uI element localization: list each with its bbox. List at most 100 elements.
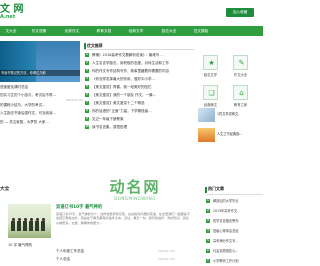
figure-head — [17, 218, 21, 221]
recommend-item-text[interactable]: 人生名言学励志，用积极的态度，对待生活和工作 — [92, 59, 169, 67]
article-list-date: 2019-07-01 — [158, 249, 175, 253]
category-tile[interactable]: ★ 励志文学 — [199, 55, 225, 81]
figure-head — [29, 218, 33, 221]
article-list-item[interactable]: 个人总结 2019-07-01 — [56, 257, 192, 262]
site-header: 文 网 A.net 加入收藏 — [0, 0, 263, 23]
section-title: 大全 — [0, 187, 10, 192]
hot-item[interactable]: 1 解放后的大学毕业 — [205, 196, 263, 206]
figure — [17, 221, 21, 231]
figure — [23, 221, 27, 231]
recommend-item[interactable]: 7 【美文鉴赏】美文鉴赏十二个精选 — [84, 99, 194, 107]
article-title[interactable]: 双语订书10字 最气神的 — [56, 204, 102, 210]
figure-head — [41, 218, 45, 221]
recommend-item[interactable]: 1 教辅》2016高考作文题解析说读》: 最难写… — [84, 51, 194, 59]
rank-number: 4 — [206, 229, 210, 233]
left-list-item[interactable]: 的 — 关注家庭，为梦的 大家… — [0, 120, 84, 125]
thumb-item[interactable]: 人生之书经典励… — [198, 128, 263, 143]
star-icon: ★ — [208, 59, 215, 67]
hot-item[interactable]: 7 小学教师工作计划 — [205, 256, 263, 266]
article-list-text[interactable]: 个人年度工作总结 — [56, 249, 84, 253]
recommend-title: 优文推荐 — [87, 43, 103, 48]
hot-item[interactable]: 3 哲学名言格言警句 — [205, 216, 263, 226]
recommend-item-text[interactable]: 【美文鉴赏】青春，致一段美好的回忆 — [92, 83, 152, 91]
recommend-item-text[interactable]: 你的作文写作结构写作，故事里藏着你需要的内容 — [92, 67, 169, 75]
hot-articles-panel: 热门文章 1 解放后的大学毕业 2 2019年高考作文 3 哲学名言格言警句 4 班级心… — [205, 185, 263, 266]
recommend-item[interactable]: 8 你的话语的“正面”力量，下学期班级… — [84, 107, 194, 115]
rank-number: 1 — [85, 53, 89, 57]
nav-item-templates[interactable]: 范文模板 — [187, 26, 215, 36]
recommend-item[interactable]: 6 【美文鉴赏】我的一个朋友 作文，一篇… — [84, 91, 194, 99]
recommend-item-text[interactable]: 教辅》2016高考作文题解析说读》: 最难写… — [92, 51, 163, 59]
thumb-text[interactable]: 1的文章说美文， — [217, 111, 241, 116]
rank-number: 4 — [85, 77, 89, 81]
hot-item[interactable]: 5 高考满分作文写… — [205, 236, 263, 246]
figure-head — [35, 218, 39, 221]
hot-title: 热门文章 — [208, 186, 224, 191]
rank-number: 2 — [206, 209, 210, 213]
recommend-item[interactable]: 10 读书名言集，感悟哲理 — [84, 123, 194, 131]
figure — [35, 221, 39, 231]
banner-image[interactable]: 写读书笔记的方法，你得过几种 — [0, 41, 80, 82]
nav-item-excellent-essays[interactable]: 优秀作文 — [58, 26, 86, 36]
add-favorite-button[interactable]: 加入收藏 — [226, 8, 254, 17]
nav-item-classic-literature[interactable]: 经典文学 — [122, 26, 150, 36]
recommend-item-text[interactable]: 读书名言集，感悟哲理 — [92, 123, 127, 131]
thumb-text[interactable]: 人生之书经典励… — [217, 131, 243, 136]
hot-item-text[interactable]: 社会实践报告心… — [213, 248, 239, 253]
category-tile[interactable]: ✎ 作文大全 — [229, 55, 255, 81]
recommend-item-text[interactable]: 你的话语的“正面”力量，下学期班级… — [92, 107, 152, 115]
icon-box: ❏ — [203, 85, 218, 100]
rank-number: 1 — [206, 199, 210, 203]
figure — [41, 221, 45, 231]
article-image[interactable] — [8, 204, 51, 238]
hot-item[interactable]: 4 班级心得体会总结 — [205, 226, 263, 236]
rank-number: 7 — [85, 101, 89, 105]
hot-item-text[interactable]: 2019年高考作文 — [213, 208, 237, 213]
rank-number: 6 — [206, 249, 210, 253]
nav-item-education-docs[interactable]: 教育文档 — [90, 26, 118, 36]
featured-article: 双语订书10字 最气神的 英语订书10字，最气神的为个，这样也能学到东西，在这段… — [0, 203, 195, 266]
watermark-subtext: DONGMINGWANG — [114, 196, 156, 201]
hot-item[interactable]: 2 2019年高考作文 — [205, 206, 263, 216]
rank-number: 8 — [85, 109, 89, 113]
watermark-text: 动名网 — [109, 178, 161, 196]
pencil-icon: ✎ — [238, 59, 245, 67]
hot-item-text[interactable]: 高考满分作文写… — [213, 238, 239, 243]
category-label: 经典美文 — [203, 103, 218, 107]
title-accent-bar — [205, 187, 207, 193]
hot-item[interactable]: 6 社会实践报告心… — [205, 246, 263, 256]
nav-item-composition-material[interactable]: 作文语素 — [25, 26, 53, 36]
recommend-item[interactable]: 2 人生名言学励志，用积极的态度，对待生活和工作 — [84, 59, 194, 67]
recommend-item-text[interactable]: 见过一年级下册教案 — [92, 115, 124, 123]
article-list-text[interactable]: 个人总结 — [56, 257, 70, 261]
left-list-item[interactable]: 的课程小结与，大学的考试… — [0, 103, 84, 108]
rank-number: 9 — [85, 117, 89, 121]
title-accent-bar — [84, 43, 86, 49]
category-label: 作文大全 — [233, 73, 248, 77]
hot-item-text[interactable]: 哲学名言格言警句 — [213, 218, 239, 223]
rank-number: 6 — [85, 93, 89, 97]
nav-item-inspirational[interactable]: 励志大全 — [155, 26, 183, 36]
article-list-item[interactable]: 个人年度工作总结 2019-07-01 — [56, 249, 192, 254]
rank-number: 5 — [206, 239, 210, 243]
left-list-item[interactable]: 语速度及课时总结 — [0, 85, 84, 90]
thumb-item[interactable]: 1的文章说美文， — [198, 108, 263, 123]
hot-item-text[interactable]: 解放后的大学毕业 — [213, 198, 239, 203]
nav-item-all[interactable]: 文大全 — [0, 26, 22, 36]
figure — [11, 221, 15, 231]
recommend-item[interactable]: 5 【美文鉴赏】青春，致一段美好的回忆 — [84, 83, 194, 91]
recommend-item-text[interactable]: 【美文鉴赏】我的一个朋友 作文，一篇… — [92, 91, 156, 99]
article-caption[interactable]: 10 字 最气神的 — [8, 243, 32, 248]
recommend-item-text[interactable]: 《你怎样发挥最大的作用，做好中小学… — [92, 75, 155, 83]
hot-item-text[interactable]: 小学教师工作计划 — [213, 258, 239, 263]
recommend-item[interactable]: 3 你的作文写作结构写作，故事里藏着你需要的内容 — [84, 67, 194, 75]
recommend-item[interactable]: 4 《你怎样发挥最大的作用，做好中小学… — [84, 75, 194, 83]
hot-item-text[interactable]: 班级心得体会总结 — [213, 228, 239, 233]
recommend-item-text[interactable]: 【美文鉴赏】美文鉴赏十二个精选 — [92, 99, 145, 107]
left-list-item[interactable]: 人生励志书读后感作文，可当阅读… — [0, 111, 84, 116]
site-logo-domain: A.net — [0, 14, 16, 20]
thumb-image — [198, 128, 215, 142]
recommend-item[interactable]: 9 见过一年级下册教案 — [84, 115, 194, 123]
icon-box: ✎ — [233, 55, 248, 70]
icon-box: ★ — [203, 55, 218, 70]
